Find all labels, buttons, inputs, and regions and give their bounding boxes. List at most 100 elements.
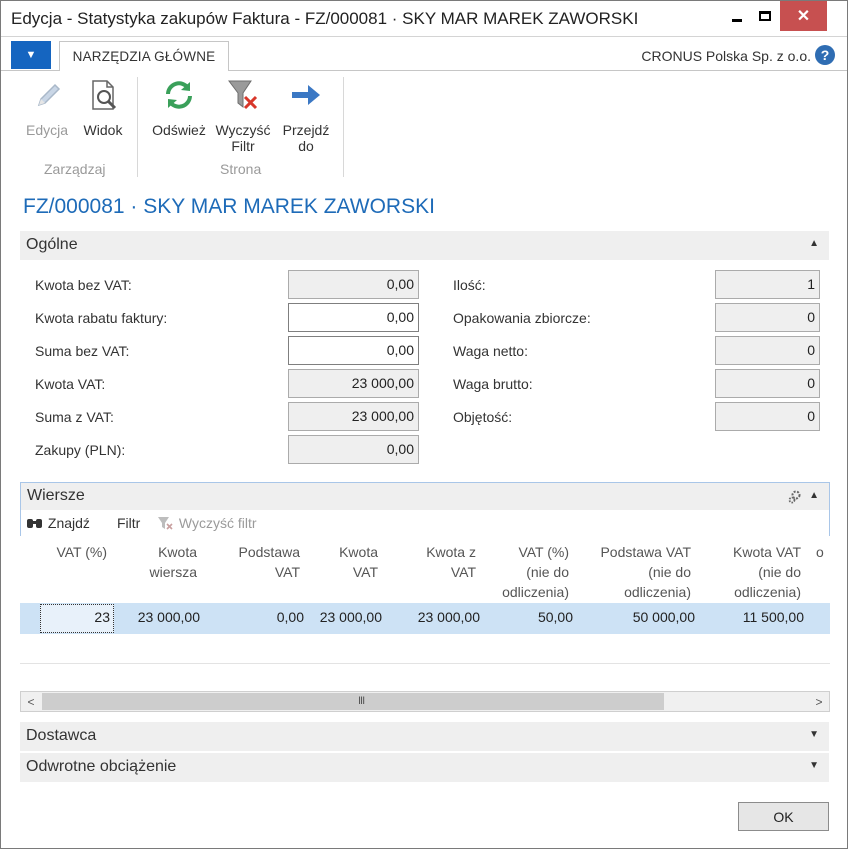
cell-vat-amount[interactable]: 23 000,00 <box>310 609 382 625</box>
gear-icon[interactable] <box>787 489 803 505</box>
binoculars-icon <box>27 519 42 528</box>
ok-button[interactable]: OK <box>738 802 829 831</box>
column-header-vat-percent[interactable]: VAT (%) <box>20 542 107 562</box>
chevron-up-icon[interactable]: ▲ <box>809 238 819 249</box>
title-bar: Edycja - Statystyka zakupów Faktura - FZ… <box>1 1 847 37</box>
app-menu-button[interactable]: ▼ <box>11 41 51 69</box>
clear-filter-button[interactable]: Wyczyść Filtr <box>213 77 273 154</box>
edit-button[interactable]: Edycja <box>25 77 69 138</box>
clear-filter-label: Wyczyść filtr <box>178 515 257 531</box>
field-net-weight: 0 <box>715 336 820 365</box>
field-vat-amount: 23 000,00 <box>288 369 419 398</box>
grid-divider <box>20 663 830 664</box>
filter-clear-icon <box>158 517 173 530</box>
dialog-window: Edycja - Statystyka zakupów Faktura - FZ… <box>0 0 848 849</box>
cell-vat-percent[interactable]: 23 <box>40 609 110 625</box>
maximize-button[interactable] <box>751 1 779 31</box>
group-label-manage: Zarządzaj <box>44 161 106 177</box>
field-gross-weight: 0 <box>715 369 820 398</box>
field-label-quantity: Ilość: <box>453 277 486 293</box>
chevron-down-icon[interactable]: ▼ <box>809 760 819 771</box>
ribbon-separator <box>137 77 138 177</box>
fasttab-general-title: Ogólne <box>26 236 78 253</box>
field-label-invoice-discount: Kwota rabatu faktury: <box>35 310 168 326</box>
goto-button[interactable]: Przejdź do <box>277 77 335 154</box>
scroll-grip: III <box>358 695 365 707</box>
find-label: Znajdź <box>47 515 90 531</box>
clear-filter-lines-button[interactable]: Wyczyść filtr <box>157 515 257 531</box>
refresh-icon <box>166 81 192 109</box>
company-name: CRONUS Polska Sp. z o.o. <box>641 48 811 64</box>
cell-amount-incl-vat[interactable]: 23 000,00 <box>400 609 480 625</box>
arrow-right-icon <box>292 85 320 105</box>
pencil-icon <box>37 83 61 107</box>
column-header-nd-vat-amount[interactable]: Kwota VAT (nie do odliczenia) <box>710 542 801 602</box>
scroll-right-icon[interactable]: > <box>809 692 829 711</box>
field-label-volume: Objętość: <box>453 409 513 425</box>
field-quantity: 1 <box>715 270 820 299</box>
field-purchases-lcy: 0,00 <box>288 435 419 464</box>
horizontal-scrollbar[interactable]: < III > <box>20 691 830 712</box>
column-header-vat-base[interactable]: Podstawa VAT <box>220 542 300 582</box>
column-header-amount-incl-vat[interactable]: Kwota z VAT <box>400 542 476 582</box>
field-volume: 0 <box>715 402 820 431</box>
field-net-amount: 0,00 <box>288 270 419 299</box>
field-label-total-incl-vat: Suma z VAT: <box>35 409 114 425</box>
chevron-down-icon: ▼ <box>25 49 37 61</box>
lines-header: Wiersze ▲ <box>21 483 829 510</box>
field-parcels: 0 <box>715 303 820 332</box>
cell-line-amount[interactable]: 23 000,00 <box>115 609 200 625</box>
field-total-excl-vat[interactable]: 0,00 <box>288 336 419 365</box>
column-header-nd-vat-percent[interactable]: VAT (%) (nie do odliczenia) <box>483 542 569 602</box>
filter-label: Filtr <box>117 515 141 531</box>
field-label-gross-weight: Waga brutto: <box>453 376 533 392</box>
find-button[interactable]: Znajdź <box>26 515 90 531</box>
filter-clear-icon <box>228 80 258 110</box>
view-button[interactable]: Widok <box>79 77 127 138</box>
fasttab-vendor[interactable]: Dostawca ▼ <box>20 722 829 751</box>
column-header-nd-vat-base[interactable]: Podstawa VAT (nie do odliczenia) <box>583 542 691 602</box>
cell-nd-vat-percent[interactable]: 50,00 <box>483 609 573 625</box>
group-label-page: Strona <box>220 161 262 177</box>
scroll-left-icon[interactable]: < <box>21 692 41 711</box>
fasttab-reverse-charge[interactable]: Odwrotne obciążenie ▼ <box>20 753 829 782</box>
tab-home[interactable]: NARZĘDZIA GŁÓWNE <box>59 41 229 72</box>
close-button[interactable]: ✕ <box>780 1 827 31</box>
cell-vat-base[interactable]: 0,00 <box>220 609 304 625</box>
cell-nd-vat-amount[interactable]: 11 500,00 <box>710 609 804 625</box>
document-magnifier-icon <box>92 80 117 110</box>
maximize-icon <box>759 11 771 21</box>
minimize-icon <box>732 18 742 22</box>
column-header-vat-amount[interactable]: Kwota VAT <box>310 542 378 582</box>
fasttab-reverse-charge-title: Odwrotne obciążenie <box>26 758 177 775</box>
close-icon: ✕ <box>796 8 811 25</box>
field-label-parcels: Opakowania zbiorcze: <box>453 310 591 326</box>
field-total-incl-vat: 23 000,00 <box>288 402 419 431</box>
column-header-line-amount[interactable]: Kwota wiersza <box>115 542 197 582</box>
scroll-thumb[interactable]: III <box>42 693 664 710</box>
field-invoice-discount[interactable]: 0,00 <box>288 303 419 332</box>
chevron-down-icon[interactable]: ▼ <box>809 729 819 740</box>
ribbon-separator <box>343 77 344 177</box>
lines-part: Wiersze ▲ <box>20 482 830 536</box>
ribbon-tab-bar: ▼ NARZĘDZIA GŁÓWNE CRONUS Polska Sp. z o… <box>1 37 847 72</box>
fasttab-vendor-title: Dostawca <box>26 727 97 744</box>
fasttab-general[interactable]: Ogólne ▲ <box>20 231 829 260</box>
refresh-button[interactable]: Odśwież <box>149 77 209 138</box>
minimize-button[interactable] <box>723 1 751 31</box>
table-row[interactable]: 23 23 000,00 0,00 23 000,00 23 000,00 50… <box>20 603 830 634</box>
cell-nd-vat-base[interactable]: 50 000,00 <box>583 609 695 625</box>
record-title: FZ/000081 · SKY MAR MAREK ZAWORSKI <box>23 195 435 218</box>
help-icon[interactable]: ? <box>815 45 835 65</box>
lines-title: Wiersze <box>27 487 85 504</box>
field-label-purchases-lcy: Zakupy (PLN): <box>35 442 126 458</box>
window-title: Edycja - Statystyka zakupów Faktura - FZ… <box>11 9 639 28</box>
ribbon: Edycja Widok Odśwież Wyczyść Filtr Przej… <box>1 71 847 187</box>
field-label-total-excl-vat: Suma bez VAT: <box>35 343 130 359</box>
field-label-vat-amount: Kwota VAT: <box>35 376 106 392</box>
lines-grid-header: VAT (%) Kwota wiersza Podstawa VAT Kwota VA… <box>20 538 830 602</box>
field-label-net-weight: Waga netto: <box>453 343 528 359</box>
column-header-truncated[interactable]: o <box>816 542 830 562</box>
filter-button[interactable]: Filtr <box>117 515 140 531</box>
chevron-up-icon[interactable]: ▲ <box>809 490 819 501</box>
